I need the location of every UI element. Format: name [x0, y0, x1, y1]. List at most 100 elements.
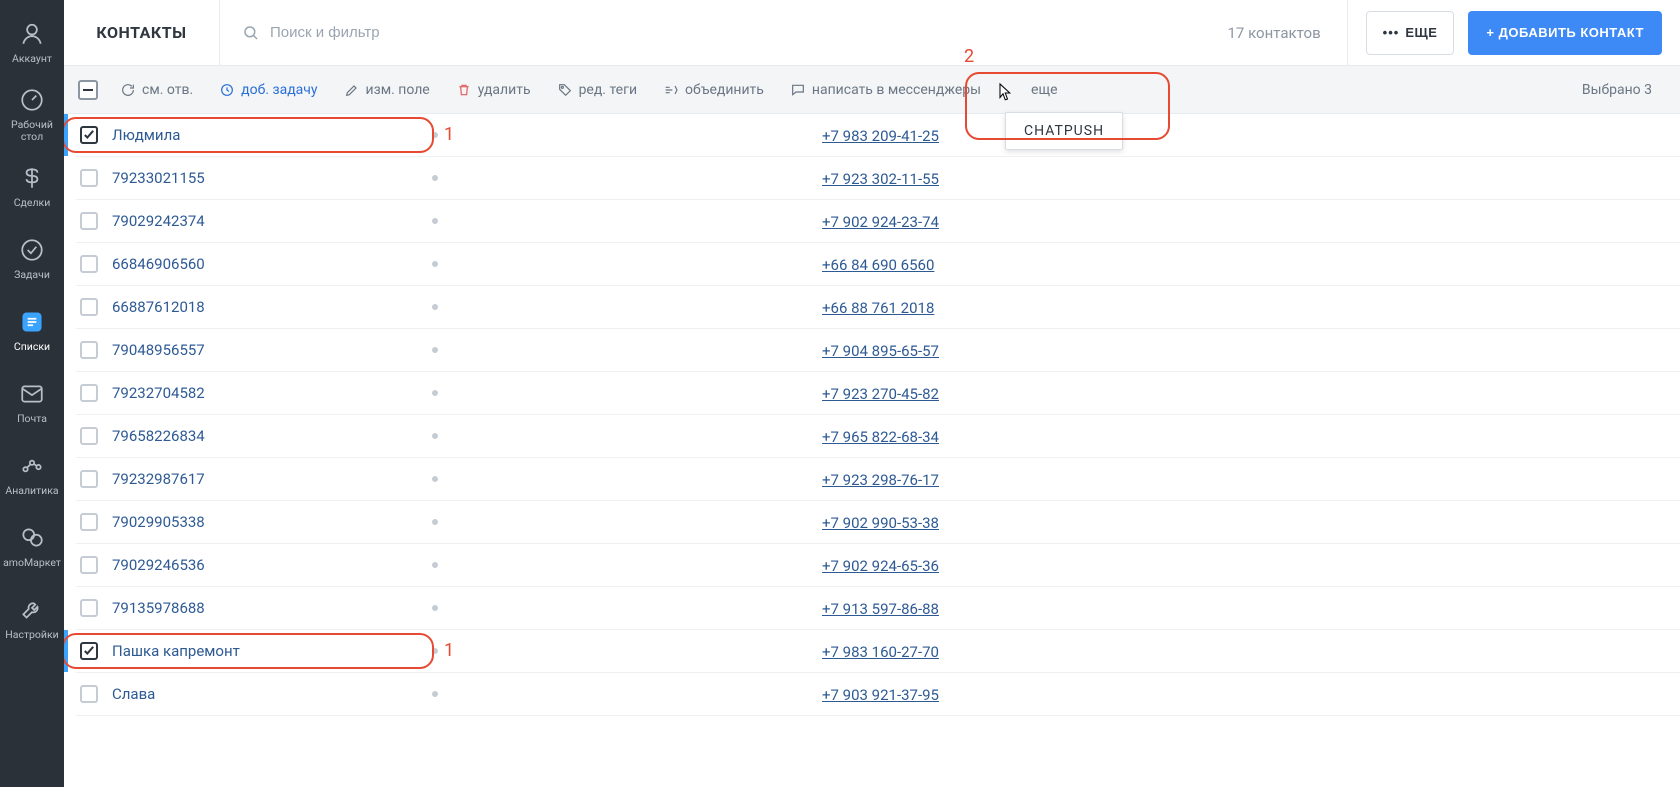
sidebar-item-deals[interactable]: Сделки [0, 148, 64, 220]
sidebar-item-lists[interactable]: Списки [0, 292, 64, 364]
contact-phone-link[interactable]: +7 904 895-65-57 [822, 342, 939, 360]
contact-name[interactable]: 66887612018 [112, 298, 432, 316]
row-checkbox[interactable] [80, 556, 98, 574]
contact-phone-link[interactable]: +7 923 270-45-82 [822, 385, 939, 403]
dropdown-item-chatpush[interactable]: CHATPUSH [1024, 123, 1104, 139]
action-merge[interactable]: объединить [655, 66, 772, 113]
row-checkbox[interactable] [80, 298, 98, 316]
table-row: 79658226834 +7 965 822-68-34 [76, 415, 1680, 458]
status-dot-cell [432, 433, 822, 439]
pencil-icon [344, 82, 360, 98]
cursor-icon [997, 82, 1015, 108]
contact-phone-cell: +7 983 160-27-70 [822, 642, 1662, 661]
sidebar-item-label: Списки [14, 341, 50, 353]
status-dot-cell [432, 304, 822, 310]
action-write-messenger[interactable]: написать в мессенджеры [782, 66, 989, 113]
contact-phone-cell: +7 902 990-53-38 [822, 513, 1662, 532]
add-contact-button[interactable]: + ДОБАВИТЬ КОНТАКТ [1468, 11, 1662, 55]
contact-name[interactable]: 66846906560 [112, 255, 432, 273]
contact-phone-link[interactable]: +66 84 690 6560 [822, 256, 934, 274]
action-delete[interactable]: удалить [448, 66, 539, 113]
contact-phone-cell: +7 923 270-45-82 [822, 384, 1662, 403]
contact-name[interactable]: 79658226834 [112, 427, 432, 445]
sidebar-item-label: Сделки [14, 197, 51, 209]
search-input[interactable] [270, 24, 570, 41]
action-add-task[interactable]: доб. задачу [211, 66, 325, 113]
action-edit-tags[interactable]: ред. теги [549, 66, 645, 113]
contact-phone-cell: +66 88 761 2018 [822, 298, 1662, 317]
sidebar-item-settings[interactable]: Настройки [0, 580, 64, 652]
bulk-toolbar: см. отв. доб. задачу изм. поле удалить р… [64, 66, 1680, 114]
row-checkbox[interactable] [80, 513, 98, 531]
status-dot-icon [432, 261, 438, 267]
table-row: 79029242374 +7 902 924-23-74 [76, 200, 1680, 243]
contact-phone-cell: +7 913 597-86-88 [822, 599, 1662, 618]
contact-phone-cell: +7 902 924-65-36 [822, 556, 1662, 575]
contact-phone-link[interactable]: +7 902 924-23-74 [822, 213, 939, 231]
contacts-count: 17 контактов [1202, 0, 1348, 65]
sidebar-item-mail[interactable]: Почта [0, 364, 64, 436]
contact-phone-link[interactable]: +7 983 209-41-25 [822, 127, 939, 145]
contact-phone-link[interactable]: +7 903 921-37-95 [822, 686, 939, 704]
contact-name[interactable]: 79135978688 [112, 599, 432, 617]
status-dot-cell [432, 218, 822, 224]
row-checkbox[interactable] [80, 642, 98, 660]
contact-phone-link[interactable]: +7 983 160-27-70 [822, 643, 939, 661]
select-all-checkbox[interactable] [78, 80, 98, 100]
contact-name[interactable]: 79029242374 [112, 212, 432, 230]
row-checkbox[interactable] [80, 470, 98, 488]
trash-icon [456, 82, 472, 98]
row-checkbox[interactable] [80, 599, 98, 617]
contact-name[interactable]: 79232704582 [112, 384, 432, 402]
contact-name[interactable]: 79029246536 [112, 556, 432, 574]
contact-name[interactable]: 79048956557 [112, 341, 432, 359]
contact-phone-link[interactable]: +7 902 924-65-36 [822, 557, 939, 575]
contact-phone-cell: +7 902 924-23-74 [822, 212, 1662, 231]
contact-phone-link[interactable]: +7 923 298-76-17 [822, 471, 939, 489]
row-checkbox[interactable] [80, 427, 98, 445]
action-change-responsible[interactable]: см. отв. [112, 66, 201, 113]
contact-name[interactable]: 79232987617 [112, 470, 432, 488]
status-dot-icon [432, 390, 438, 396]
row-checkbox[interactable] [80, 255, 98, 273]
action-edit-field[interactable]: изм. поле [336, 66, 438, 113]
sidebar-item-tasks[interactable]: Задачи [0, 220, 64, 292]
search-box[interactable] [219, 0, 1202, 65]
header: КОНТАКТЫ 17 контактов ••• ЕЩЕ + ДОБАВИТЬ… [64, 0, 1680, 66]
more-button-label: ЕЩЕ [1405, 25, 1437, 40]
contact-name[interactable]: Слава [112, 685, 432, 703]
status-dot-icon [432, 519, 438, 525]
row-checkbox[interactable] [80, 341, 98, 359]
row-checkbox[interactable] [80, 126, 98, 144]
contact-phone-link[interactable]: +66 88 761 2018 [822, 299, 934, 317]
sidebar-item-analytics[interactable]: Аналитика [0, 436, 64, 508]
contact-name[interactable]: Людмила [112, 126, 432, 144]
row-checkbox[interactable] [80, 384, 98, 402]
contact-phone-link[interactable]: +7 913 597-86-88 [822, 600, 939, 618]
row-checkbox[interactable] [80, 169, 98, 187]
contact-name[interactable]: 79233021155 [112, 169, 432, 187]
more-button[interactable]: ••• ЕЩЕ [1366, 11, 1455, 55]
contact-phone-link[interactable]: +7 902 990-53-38 [822, 514, 939, 532]
row-checkbox[interactable] [80, 212, 98, 230]
sidebar-item-desktop[interactable]: Рабочий стол [0, 76, 64, 148]
contact-phone-link[interactable]: +7 965 822-68-34 [822, 428, 939, 446]
table-row: 79029905338 +7 902 990-53-38 [76, 501, 1680, 544]
tag-icon [557, 82, 573, 98]
sidebar-item-market[interactable]: amoМаркет [0, 508, 64, 580]
sidebar-item-label: Рабочий стол [11, 119, 53, 142]
contact-name[interactable]: Пашка капремонт [112, 642, 432, 660]
action-more[interactable]: еще [1009, 82, 1066, 98]
dollar-icon [17, 163, 47, 193]
status-dot-cell [432, 562, 822, 568]
contact-name[interactable]: 79029905338 [112, 513, 432, 531]
sidebar-item-account[interactable]: Аккаунт [0, 4, 64, 76]
row-checkbox[interactable] [80, 685, 98, 703]
contact-phone-link[interactable]: +7 923 302-11-55 [822, 170, 939, 188]
contact-phone-cell: +7 904 895-65-57 [822, 341, 1662, 360]
status-dot-cell [432, 476, 822, 482]
sidebar-item-label: Аналитика [5, 485, 58, 497]
merge-icon [663, 82, 679, 98]
contact-phone-cell: +7 923 298-76-17 [822, 470, 1662, 489]
contact-phone-cell: +7 983 209-41-25 [822, 126, 1662, 145]
